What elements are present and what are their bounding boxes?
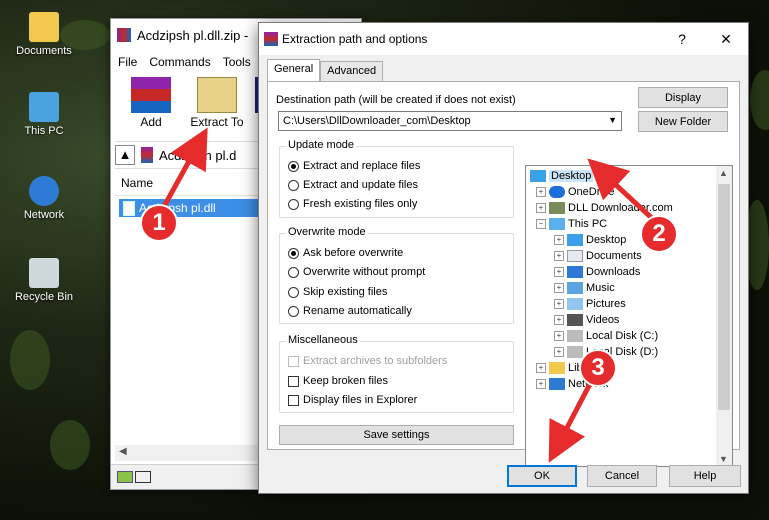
- step-marker-2: 2: [640, 215, 678, 253]
- annotation-arrows: [159, 127, 658, 463]
- step-marker-3: 3: [579, 349, 617, 387]
- arrow-to-extract: [159, 127, 208, 212]
- arrow-to-desktop: [587, 158, 658, 224]
- step-marker-1: 1: [140, 204, 178, 242]
- arrow-to-ok: [548, 378, 595, 463]
